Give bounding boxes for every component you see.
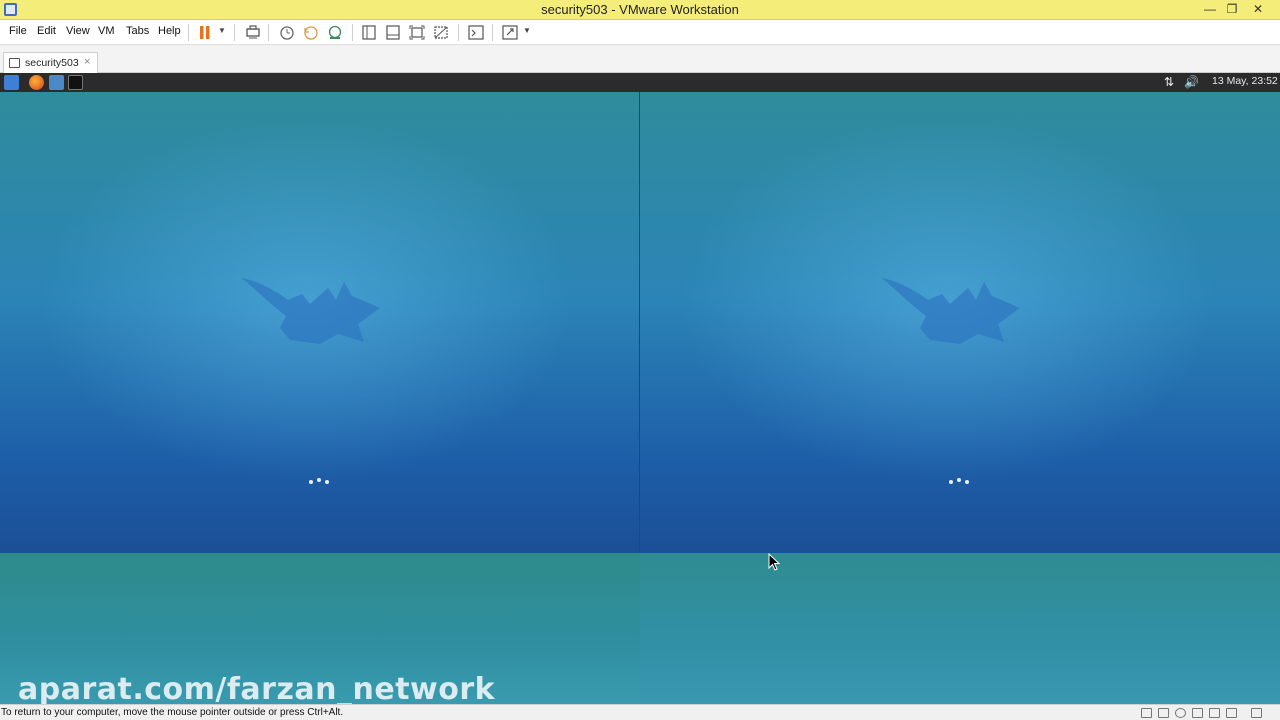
menu-vm[interactable]: VM bbox=[98, 25, 115, 37]
xfce-menu-icon[interactable] bbox=[4, 75, 19, 90]
snapshot-icon[interactable] bbox=[278, 24, 296, 41]
menu-help[interactable]: Help bbox=[158, 25, 181, 37]
unity-icon[interactable] bbox=[432, 24, 450, 41]
vm-tab-strip: security503 × bbox=[0, 46, 1280, 73]
minimize-button[interactable]: — bbox=[1198, 0, 1222, 20]
stretch-icon[interactable] bbox=[501, 24, 519, 41]
tab-label: security503 bbox=[25, 57, 79, 69]
toolbar-separator bbox=[492, 24, 493, 41]
menu-tabs[interactable]: Tabs bbox=[126, 25, 149, 37]
thumbnail-bar-icon[interactable] bbox=[384, 24, 402, 41]
network-icon[interactable]: ⇅ bbox=[1164, 75, 1174, 89]
hard-disk-icon[interactable] bbox=[1141, 708, 1152, 718]
send-ctrl-alt-del-icon[interactable] bbox=[244, 24, 262, 41]
pause-dropdown-chevron-icon[interactable]: ▼ bbox=[218, 26, 226, 35]
toolbar-separator bbox=[234, 24, 235, 41]
pause-icon[interactable] bbox=[196, 24, 214, 41]
xfce-mouse-logo-icon bbox=[242, 278, 380, 344]
tab-security503[interactable]: security503 × bbox=[3, 52, 98, 73]
watermark-text: aparat.com/farzan_network bbox=[18, 672, 496, 707]
volume-icon[interactable]: 🔊 bbox=[1184, 75, 1199, 89]
snapshot-manager-icon[interactable] bbox=[326, 24, 344, 41]
toolbar-separator bbox=[458, 24, 459, 41]
sound-card-icon[interactable] bbox=[1209, 708, 1220, 718]
menu-toolbar: File Edit View VM Tabs Help ▼ ▼ bbox=[0, 20, 1280, 45]
restore-button[interactable]: ❐ bbox=[1220, 0, 1244, 20]
menu-file[interactable]: File bbox=[9, 25, 27, 37]
close-button[interactable]: ✕ bbox=[1246, 0, 1270, 20]
terminal-icon[interactable] bbox=[68, 75, 83, 90]
guest-top-panel: ⇅ 🔊 13 May, 23:52 bbox=[0, 73, 1280, 92]
guest-desktop[interactable] bbox=[0, 92, 1280, 704]
toolbar-separator bbox=[268, 24, 269, 41]
status-bar: To return to your computer, move the mou… bbox=[0, 704, 1280, 720]
usb-icon[interactable] bbox=[1175, 708, 1186, 718]
file-manager-icon[interactable] bbox=[49, 75, 64, 90]
console-view-icon[interactable] bbox=[467, 24, 485, 41]
full-screen-icon[interactable] bbox=[408, 24, 426, 41]
firefox-icon[interactable] bbox=[29, 75, 44, 90]
title-bar: security503 - VMware Workstation — ❐ ✕ bbox=[0, 0, 1280, 20]
status-message: To return to your computer, move the mou… bbox=[1, 707, 344, 718]
printer-icon[interactable] bbox=[1226, 708, 1237, 718]
desktop-screen-left bbox=[0, 92, 640, 553]
xfce-mouse-logo-icon bbox=[882, 278, 1020, 344]
menu-edit[interactable]: Edit bbox=[37, 25, 56, 37]
loading-spinner-icon bbox=[947, 478, 973, 486]
revert-snapshot-icon[interactable] bbox=[302, 24, 320, 41]
loading-spinner-icon bbox=[307, 478, 333, 486]
guest-clock[interactable]: 13 May, 23:52 bbox=[1212, 75, 1278, 87]
desktop-lower-right bbox=[640, 553, 1280, 704]
library-icon[interactable] bbox=[360, 24, 378, 41]
network-adapter-icon[interactable] bbox=[1192, 708, 1203, 718]
desktop-screen-right bbox=[640, 92, 1280, 553]
tab-close-icon[interactable]: × bbox=[84, 56, 90, 68]
message-log-icon[interactable] bbox=[1251, 708, 1262, 718]
toolbar-separator bbox=[352, 24, 353, 41]
cd-drive-icon[interactable] bbox=[1158, 708, 1169, 718]
stretch-dropdown-chevron-icon[interactable]: ▼ bbox=[523, 26, 531, 35]
toolbar-separator bbox=[188, 24, 189, 41]
menu-view[interactable]: View bbox=[66, 25, 90, 37]
mouse-cursor-icon bbox=[768, 553, 780, 571]
window-title: security503 - VMware Workstation bbox=[541, 2, 739, 17]
vm-tab-icon bbox=[9, 58, 20, 68]
